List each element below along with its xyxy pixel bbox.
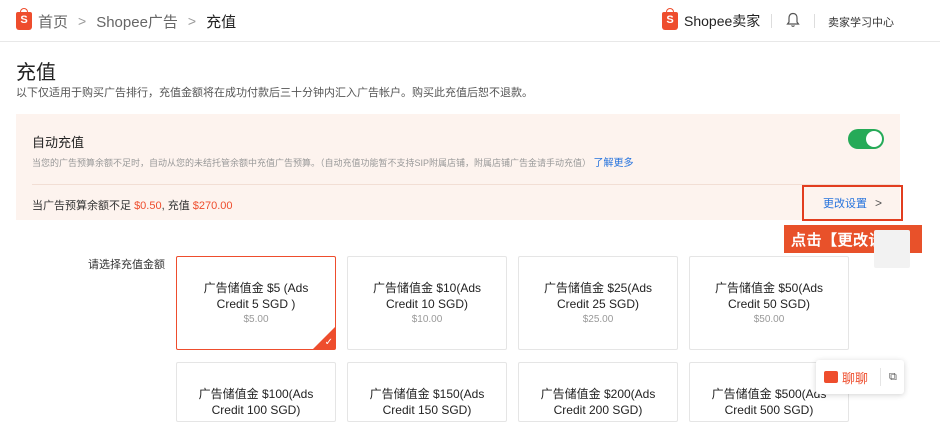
option-name: 广告储值金 $5 (Ads Credit 5 SGD ) xyxy=(177,280,335,312)
option-price: $50.00 xyxy=(753,314,785,325)
auto-topup-description: 当您的广告预算余额不足时，自动从您的未结托管余额中充值广告预算。（自动充值功能暂… xyxy=(32,154,634,169)
option-name-line1: 广告储值金 $10(Ads xyxy=(372,281,482,295)
check-icon: ✓ xyxy=(324,337,333,348)
breadcrumb-separator: > xyxy=(78,13,87,29)
option-name: 广告储值金 $100(Ads Credit 100 SGD) xyxy=(177,386,335,418)
option-name-line2: Credit 200 SGD) xyxy=(553,403,643,417)
page-description: 以下仅适用于购买广告排行，充值金额将在成功付款后三十分钟内汇入广告帐户。购买此充… xyxy=(16,87,533,99)
topup-option-card[interactable]: 广告储值金 $200(Ads Credit 200 SGD) xyxy=(518,362,678,422)
chevron-right-icon: > xyxy=(874,196,882,210)
option-name-line2: Credit 10 SGD) xyxy=(385,297,469,311)
topup-option-card[interactable]: 广告储值金 $100(Ads Credit 100 SGD) xyxy=(176,362,336,422)
option-price: $25.00 xyxy=(582,314,614,325)
minimize-icon[interactable]: ⧉ xyxy=(889,371,897,384)
option-name: 广告储值金 $150(Ads Credit 150 SGD) xyxy=(348,386,506,418)
option-price: $10.00 xyxy=(411,314,443,325)
auto-topup-title: 自动充值 xyxy=(32,135,85,150)
condition-mid: , 充值 xyxy=(161,200,193,212)
toggle-knob xyxy=(866,131,882,147)
option-name-line1: 广告储值金 $5 (Ads xyxy=(203,281,309,295)
divider xyxy=(880,368,882,386)
learn-more-link[interactable]: 了解更多 xyxy=(594,158,634,169)
auto-topup-condition: 当广告预算余额不足 $0.50, 充值 $270.00 xyxy=(32,197,233,213)
condition-amount: $270.00 xyxy=(192,200,233,212)
divider xyxy=(32,184,900,185)
learning-center-link[interactable]: 卖家学习中心 xyxy=(828,14,894,30)
divider xyxy=(771,14,772,28)
option-price: $5.00 xyxy=(243,314,269,325)
seller-brand[interactable]: Shopee卖家 xyxy=(662,8,761,31)
option-name: 广告储值金 $50(Ads Credit 50 SGD) xyxy=(690,280,848,312)
option-name-line1: 广告储值金 $50(Ads xyxy=(714,281,824,295)
change-settings-button[interactable]: 更改设置 > xyxy=(802,185,903,221)
chat-label: 聊聊 xyxy=(842,370,869,386)
topup-option-card[interactable]: 广告储值金 $50(Ads Credit 50 SGD) $50.00 xyxy=(689,256,849,350)
condition-prefix: 当广告预算余额不足 xyxy=(32,200,135,212)
option-name-line1: 广告储值金 $200(Ads xyxy=(540,387,656,401)
option-name-line2: Credit 150 SGD) xyxy=(382,403,472,417)
brand-label: Shopee卖家 xyxy=(684,13,761,29)
option-name: 广告储值金 $25(Ads Credit 25 SGD) xyxy=(519,280,677,312)
option-name-line2: Credit 50 SGD) xyxy=(727,297,811,311)
topup-option-card[interactable]: 广告储值金 $5 (Ads Credit 5 SGD ) $5.00 ✓ xyxy=(176,256,336,350)
option-name-line1: 广告储值金 $100(Ads xyxy=(198,387,314,401)
option-name-line1: 广告储值金 $150(Ads xyxy=(369,387,485,401)
auto-topup-description-text: 当您的广告预算余额不足时，自动从您的未结托管余额中充值广告预算。（自动充值功能暂… xyxy=(32,158,592,168)
chat-widget[interactable]: 聊聊 ⧉ xyxy=(816,360,904,394)
divider xyxy=(814,14,815,28)
bell-icon[interactable] xyxy=(786,12,800,28)
option-name-line2: Credit 25 SGD) xyxy=(556,297,640,311)
breadcrumb: 首页 > Shopee广告 > 充值 xyxy=(16,8,237,32)
side-float-button[interactable] xyxy=(874,230,910,268)
top-bar: 首页 > Shopee广告 > 充值 Shopee卖家 卖家学习中心 xyxy=(0,0,940,42)
breadcrumb-separator: > xyxy=(187,13,197,29)
change-settings-label: 更改设置 xyxy=(822,198,867,210)
topup-option-card[interactable]: 广告储值金 $10(Ads Credit 10 SGD) $10.00 xyxy=(347,256,507,350)
topup-option-card[interactable]: 广告储值金 $25(Ads Credit 25 SGD) $25.00 xyxy=(518,256,678,350)
option-name: 广告储值金 $10(Ads Credit 10 SGD) xyxy=(348,280,506,312)
auto-topup-panel: 自动充值 当您的广告预算余额不足时，自动从您的未结托管余额中充值广告预算。（自动… xyxy=(16,114,903,221)
choose-amount-label: 请选择充值金额 xyxy=(88,259,165,271)
option-name-line2: Credit 500 SGD) xyxy=(724,403,814,417)
topup-option-card[interactable]: 广告储值金 $150(Ads Credit 150 SGD) xyxy=(347,362,507,422)
option-name-line2: Credit 100 SGD) xyxy=(211,403,301,417)
option-name-line2: Credit 5 SGD ) xyxy=(216,297,296,311)
page-title: 充值 xyxy=(16,62,56,84)
breadcrumb-home[interactable]: 首页 xyxy=(38,11,68,32)
breadcrumb-ads[interactable]: Shopee广告 xyxy=(96,11,178,32)
condition-threshold: $0.50 xyxy=(134,200,162,212)
shopee-bag-icon xyxy=(662,8,678,30)
option-name: 广告储值金 $200(Ads Credit 200 SGD) xyxy=(519,386,677,418)
chat-icon xyxy=(824,371,838,383)
auto-topup-toggle[interactable] xyxy=(848,129,884,149)
breadcrumb-current: 充值 xyxy=(206,13,237,31)
shopee-bag-icon xyxy=(16,8,32,30)
option-name-line1: 广告储值金 $25(Ads xyxy=(543,281,653,295)
